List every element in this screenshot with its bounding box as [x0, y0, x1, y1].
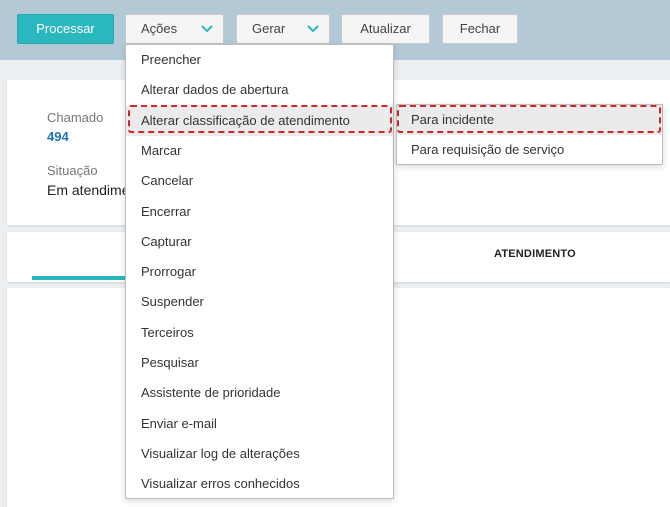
ticket-label: Chamado: [47, 110, 104, 125]
tab-atendimento[interactable]: ATENDIMENTO: [494, 248, 576, 260]
menu-item[interactable]: Assistente de prioridade: [126, 378, 393, 408]
menu-item[interactable]: Capturar: [126, 227, 393, 257]
generate-label: Gerar: [252, 21, 286, 36]
menu-item[interactable]: Enviar e-mail: [126, 409, 393, 439]
submenu-item[interactable]: Para requisição de serviço: [397, 135, 662, 165]
menu-item[interactable]: Alterar dados de abertura: [126, 75, 393, 105]
menu-item[interactable]: Alterar classificação de atendimento: [126, 105, 393, 136]
menu-item[interactable]: Terceiros: [126, 318, 393, 348]
actions-menu: Preencher Alterar dados de abertura Altera…: [125, 44, 394, 499]
close-button[interactable]: Fechar: [442, 14, 518, 44]
menu-item[interactable]: Cancelar: [126, 166, 393, 196]
menu-item[interactable]: Visualizar erros conhecidos: [126, 469, 393, 499]
process-button[interactable]: Processar: [17, 14, 114, 44]
menu-item[interactable]: Pesquisar: [126, 348, 393, 378]
menu-item[interactable]: Visualizar log de alterações: [126, 439, 393, 469]
update-button[interactable]: Atualizar: [341, 14, 430, 44]
status-value: Em atendime: [47, 182, 130, 198]
menu-item[interactable]: Encerrar: [126, 197, 393, 227]
status-label: Situação: [47, 163, 98, 178]
actions-label: Ações: [141, 21, 178, 36]
submenu-item[interactable]: Para incidente: [397, 105, 662, 135]
menu-item[interactable]: Preencher: [126, 45, 393, 75]
classification-submenu: Para incidente Para requisição de serviço: [396, 104, 663, 165]
menu-item[interactable]: Suspender: [126, 287, 393, 317]
generate-dropdown-button[interactable]: Gerar: [236, 14, 330, 44]
actions-dropdown-button[interactable]: Ações: [125, 14, 224, 44]
menu-item[interactable]: Prorrogar: [126, 257, 393, 287]
active-tab-indicator: [32, 276, 127, 280]
menu-item[interactable]: Marcar: [126, 136, 393, 166]
ticket-number-link[interactable]: 494: [47, 129, 69, 144]
